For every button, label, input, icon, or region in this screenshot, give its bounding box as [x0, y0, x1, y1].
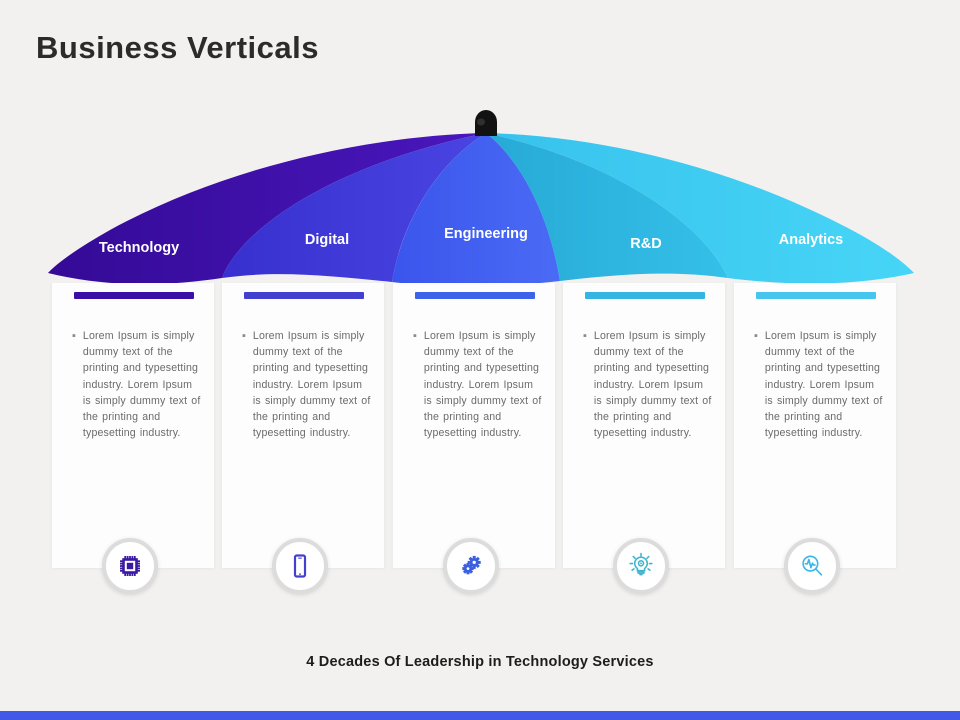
gears-icon: [458, 553, 484, 579]
card-body: ▪ Lorem Ipsum is simply dummy text of the…: [413, 328, 545, 441]
bullet-marker-icon: ▪: [242, 330, 246, 342]
umbrella-label-technology: Technology: [99, 240, 179, 256]
vertical-cards-container: ▪ Lorem Ipsum is simply dummy text of the…: [0, 283, 960, 594]
card-body: ▪ Lorem Ipsum is simply dummy text of the…: [754, 328, 886, 441]
bullet-marker-icon: ▪: [754, 330, 758, 342]
umbrella-label-engineering: Engineering: [444, 226, 528, 242]
bottom-accent-bar: [0, 711, 960, 720]
page-title: Business Verticals: [36, 30, 319, 65]
bullet-marker-icon: ▪: [72, 330, 76, 342]
card-accent-bar: [74, 292, 194, 299]
bullet-marker-icon: ▪: [413, 330, 417, 342]
umbrella-graphic: Technology Digital Engineering R&D Analy…: [48, 110, 914, 287]
icon-badge[interactable]: [272, 538, 328, 594]
card-accent-bar: [756, 292, 876, 299]
umbrella-label-digital: Digital: [305, 232, 349, 248]
bullet-item: ▪ Lorem Ipsum is simply dummy text of the…: [583, 328, 715, 441]
card-accent-bar: [585, 292, 705, 299]
magnifier-pulse-icon: [798, 552, 826, 580]
umbrella-label-analytics: Analytics: [779, 232, 843, 248]
cpu-chip-icon: [117, 553, 143, 579]
slide-canvas: Business Verticals Technology Digital En…: [0, 0, 960, 720]
bullet-text: Lorem Ipsum is simply dummy text of the …: [423, 330, 542, 440]
bullet-item: ▪ Lorem Ipsum is simply dummy text of the…: [242, 328, 374, 441]
vertical-card[interactable]: ▪ Lorem Ipsum is simply dummy text of the…: [51, 283, 215, 568]
umbrella-label-rd: R&D: [630, 236, 661, 252]
lightbulb-gear-icon: [627, 552, 655, 580]
card-accent-bar: [244, 292, 364, 299]
card-accent-bar: [415, 292, 535, 299]
vertical-card[interactable]: ▪ Lorem Ipsum is simply dummy text of the…: [562, 283, 726, 568]
bullet-text: Lorem Ipsum is simply dummy text of the …: [764, 330, 883, 440]
card-body: ▪ Lorem Ipsum is simply dummy text of the…: [72, 328, 204, 441]
bullet-item: ▪ Lorem Ipsum is simply dummy text of the…: [413, 328, 545, 441]
icon-badge[interactable]: [784, 538, 840, 594]
smartphone-icon: [287, 553, 313, 579]
icon-badge[interactable]: [613, 538, 669, 594]
vertical-card[interactable]: ▪ Lorem Ipsum is simply dummy text of the…: [392, 283, 556, 568]
bullet-item: ▪ Lorem Ipsum is simply dummy text of the…: [72, 328, 204, 441]
bullet-text: Lorem Ipsum is simply dummy text of the …: [593, 330, 712, 440]
footer-tagline: 4 Decades Of Leadership in Technology Se…: [306, 654, 654, 670]
icon-badge[interactable]: [102, 538, 158, 594]
icon-badge[interactable]: [443, 538, 499, 594]
card-body: ▪ Lorem Ipsum is simply dummy text of the…: [583, 328, 715, 441]
bullet-text: Lorem Ipsum is simply dummy text of the …: [252, 330, 371, 440]
vertical-card[interactable]: ▪ Lorem Ipsum is simply dummy text of the…: [221, 283, 385, 568]
bullet-marker-icon: ▪: [583, 330, 587, 342]
bullet-item: ▪ Lorem Ipsum is simply dummy text of the…: [754, 328, 886, 441]
card-body: ▪ Lorem Ipsum is simply dummy text of the…: [242, 328, 374, 441]
vertical-card[interactable]: ▪ Lorem Ipsum is simply dummy text of the…: [733, 283, 897, 568]
bullet-text: Lorem Ipsum is simply dummy text of the …: [82, 330, 201, 440]
